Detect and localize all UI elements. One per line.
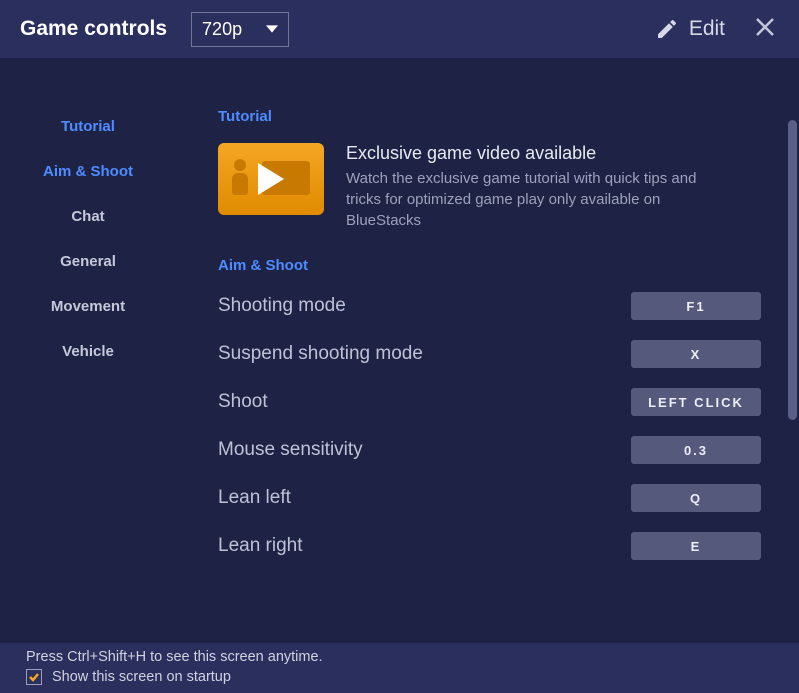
control-label: Suspend shooting mode bbox=[218, 343, 423, 365]
check-icon bbox=[28, 671, 40, 683]
control-label: Shooting mode bbox=[218, 295, 346, 317]
titlebar: Game controls 720p Edit bbox=[0, 0, 799, 58]
pencil-icon bbox=[655, 17, 679, 41]
edit-button[interactable]: Edit bbox=[655, 17, 725, 41]
show-on-startup-checkbox[interactable] bbox=[26, 669, 42, 685]
control-row: Lean left Q bbox=[218, 484, 761, 512]
chevron-down-icon bbox=[266, 23, 278, 35]
control-row: Shoot LEFT CLICK bbox=[218, 388, 761, 416]
sidebar-item-chat[interactable]: Chat bbox=[71, 208, 104, 225]
close-button[interactable] bbox=[749, 11, 781, 48]
control-row: Lean right E bbox=[218, 532, 761, 560]
scrollbar[interactable] bbox=[788, 120, 797, 420]
sidebar-item-tutorial[interactable]: Tutorial bbox=[61, 118, 115, 135]
sidebar-item-movement[interactable]: Movement bbox=[51, 298, 125, 315]
content: Tutorial Exclusive game video available … bbox=[176, 58, 799, 642]
play-icon bbox=[258, 163, 284, 195]
show-on-startup-label: Show this screen on startup bbox=[52, 669, 231, 685]
footer-hint: Press Ctrl+Shift+H to see this screen an… bbox=[26, 649, 773, 665]
section-heading-aim-shoot: Aim & Shoot bbox=[218, 257, 761, 274]
control-label: Lean right bbox=[218, 535, 303, 557]
control-row: Shooting mode F1 bbox=[218, 292, 761, 320]
edit-label: Edit bbox=[689, 17, 725, 41]
page-title: Game controls bbox=[20, 17, 167, 41]
show-on-startup-row: Show this screen on startup bbox=[26, 669, 773, 685]
body: Tutorial Aim & Shoot Chat General Moveme… bbox=[0, 58, 799, 642]
resolution-select[interactable]: 720p bbox=[191, 12, 289, 47]
sidebar-item-general[interactable]: General bbox=[60, 253, 116, 270]
tutorial-title: Exclusive game video available bbox=[346, 143, 726, 164]
control-label: Lean left bbox=[218, 487, 291, 509]
control-row: Suspend shooting mode X bbox=[218, 340, 761, 368]
footer: Press Ctrl+Shift+H to see this screen an… bbox=[0, 643, 799, 693]
tutorial-description: Watch the exclusive game tutorial with q… bbox=[346, 168, 726, 231]
sidebar: Tutorial Aim & Shoot Chat General Moveme… bbox=[0, 58, 176, 642]
keybind-shoot[interactable]: LEFT CLICK bbox=[631, 388, 761, 416]
resolution-value: 720p bbox=[202, 19, 242, 40]
control-row: Mouse sensitivity 0.3 bbox=[218, 436, 761, 464]
control-label: Mouse sensitivity bbox=[218, 439, 363, 461]
keybind-mouse-sensitivity[interactable]: 0.3 bbox=[631, 436, 761, 464]
tutorial-video-thumbnail[interactable] bbox=[218, 143, 324, 215]
sidebar-item-vehicle[interactable]: Vehicle bbox=[62, 343, 114, 360]
control-label: Shoot bbox=[218, 391, 268, 413]
keybind-suspend-shooting[interactable]: X bbox=[631, 340, 761, 368]
keybind-shooting-mode[interactable]: F1 bbox=[631, 292, 761, 320]
tutorial-text: Exclusive game video available Watch the… bbox=[346, 143, 726, 231]
close-icon bbox=[753, 15, 777, 39]
sidebar-item-aim-shoot[interactable]: Aim & Shoot bbox=[43, 163, 133, 180]
keybind-lean-right[interactable]: E bbox=[631, 532, 761, 560]
section-heading-tutorial: Tutorial bbox=[218, 108, 761, 125]
tutorial-row: Exclusive game video available Watch the… bbox=[218, 143, 761, 231]
keybind-lean-left[interactable]: Q bbox=[631, 484, 761, 512]
